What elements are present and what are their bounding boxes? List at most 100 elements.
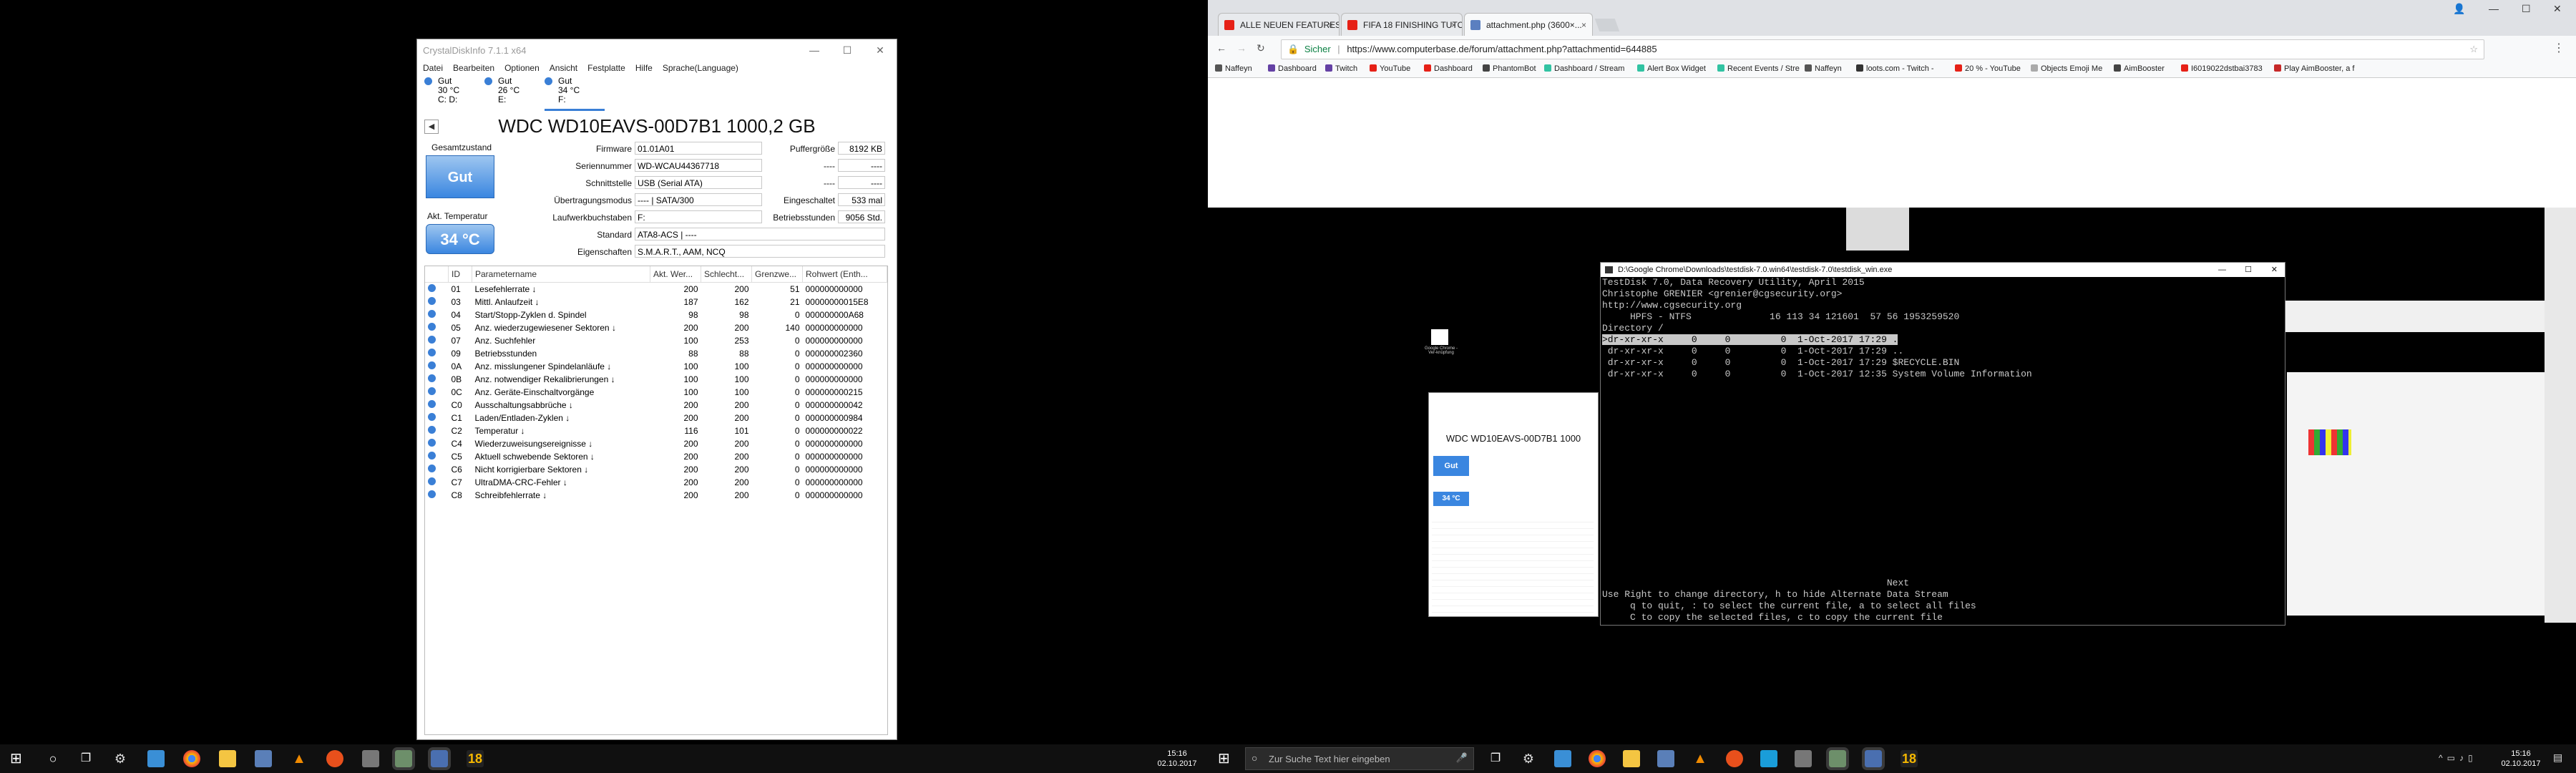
app-icon[interactable] [428, 747, 451, 770]
disk-tab-2[interactable]: Gut 26 °C E: [484, 75, 545, 111]
header-id[interactable]: ID [448, 266, 472, 283]
minimize-icon[interactable]: — [2218, 263, 2226, 277]
header-raw[interactable]: Rohwert (Enth... [802, 266, 887, 283]
smart-row[interactable]: C1 Laden/Entladen-Zyklen ↓ 200 200 0 00000000… [425, 412, 887, 424]
new-tab-button[interactable] [1594, 19, 1620, 31]
directory-entry[interactable]: dr-xr-xr-x 0 0 0 1-Oct-2017 17:29 $RECYC… [1602, 357, 1959, 368]
menu-festplatte[interactable]: Festplatte [587, 63, 625, 73]
close-icon[interactable]: ✕ [864, 44, 897, 57]
task-view-icon[interactable]: ❐ [77, 750, 94, 767]
bookmark-item[interactable]: YouTube [1370, 64, 1410, 73]
disk-tab-3[interactable]: Gut 34 °C F: [545, 75, 605, 111]
reload-icon[interactable]: ↻ [1257, 42, 1265, 54]
temperature-value[interactable]: 34 °C [426, 224, 494, 254]
smart-table[interactable]: ID Parametername Akt. Wer... Schlecht...… [424, 266, 888, 735]
microphone-icon[interactable]: 🎤 [1456, 752, 1468, 764]
chrome-icon[interactable] [183, 750, 200, 767]
fifa-icon[interactable]: 18 [467, 750, 484, 767]
right-clock[interactable]: 15:16 02.10.2017 [2496, 749, 2546, 769]
system-tray-icons[interactable]: ^▭♪▯ [2439, 753, 2477, 763]
app-icon[interactable] [255, 750, 272, 767]
console-titlebar[interactable]: D:\Google Chrome\Downloads\testdisk-7.0.… [1601, 263, 2285, 277]
file-explorer-icon[interactable] [219, 750, 236, 767]
maximize-icon[interactable]: ☐ [2245, 263, 2252, 277]
health-status-button[interactable]: Gut [426, 155, 494, 198]
smart-row[interactable]: 07 Anz. Suchfehler 100 253 0 000000000000 [425, 334, 887, 347]
smart-row[interactable]: 0B Anz. notwendiger Rekalibrierungen ↓ 100… [425, 373, 887, 386]
smart-row[interactable]: C6 Nicht korrigierbare Sektoren ↓ 200 200 0 0… [425, 463, 887, 476]
app-icon[interactable] [326, 750, 343, 767]
app-icon[interactable] [362, 750, 379, 767]
smart-row[interactable]: 03 Mittl. Anlaufzeit ↓ 187 162 21 00000000015… [425, 296, 887, 308]
directory-listing[interactable]: >dr-xr-xr-x 0 0 0 1-Oct-2017 17:29 . dr-… [1601, 334, 2285, 380]
smart-row[interactable]: C7 UltraDMA-CRC-Fehler ↓ 200 200 0 0000000000… [425, 476, 887, 489]
smart-row[interactable]: 04 Start/Stopp-Zyklen d. Spindel 98 98 0 0000… [425, 308, 887, 321]
search-icon[interactable]: ○ [44, 750, 62, 767]
bookmark-item[interactable]: Recent Events / Stre [1717, 64, 1800, 73]
menu-datei[interactable]: Datei [423, 63, 443, 73]
app-icon[interactable] [1726, 750, 1743, 767]
bookmark-item[interactable]: loots.com - Twitch - [1856, 64, 1934, 73]
bookmark-item[interactable]: Naffeyn [1215, 64, 1252, 73]
app-icon[interactable] [1554, 750, 1571, 767]
notification-icon[interactable]: ▤ [2553, 752, 2562, 764]
left-clock[interactable]: 15:16 02.10.2017 [1152, 749, 1202, 769]
close-icon[interactable]: ✕ [2553, 3, 2562, 15]
bookmark-item[interactable]: AimBooster [2114, 64, 2165, 73]
header-worst[interactable]: Schlecht... [701, 266, 752, 283]
bookmark-item[interactable]: 20 % - YouTube [1955, 64, 2021, 73]
bookmark-item[interactable]: I6019022dstbai3783 [2181, 64, 2263, 73]
bookmark-item[interactable]: Dashboard [1424, 64, 1473, 73]
menu-bearbeiten[interactable]: Bearbeiten [453, 63, 494, 73]
smart-row[interactable]: C4 Wiederzuweisungsereignisse ↓ 200 200 0 000… [425, 437, 887, 450]
vlc-icon[interactable]: ▲ [291, 750, 308, 767]
directory-entry[interactable]: dr-xr-xr-x 0 0 0 1-Oct-2017 12:35 System… [1602, 369, 2032, 379]
header-parameter[interactable]: Parametername [472, 266, 650, 283]
minimize-icon[interactable]: — [2489, 3, 2499, 14]
close-tab-icon[interactable]: × [1328, 14, 1333, 36]
settings-icon[interactable]: ⚙ [1520, 750, 1537, 767]
address-bar[interactable]: 🔒 Sicher | https://www.computerbase.de/f… [1281, 39, 2484, 59]
smart-row[interactable]: 09 Betriebsstunden 88 88 0 000000002360 [425, 347, 887, 360]
bookmark-item[interactable]: Dashboard [1268, 64, 1317, 73]
tab-youtube-2[interactable]: FIFA 18 FINISHING TUTO... × [1341, 13, 1463, 36]
tab-attachment[interactable]: attachment.php (3600×... × [1464, 13, 1593, 36]
bookmark-item[interactable]: Dashboard / Stream [1544, 64, 1624, 73]
smart-row[interactable]: 0C Anz. Geräte-Einschaltvorgänge 100 100 0 00… [425, 386, 887, 399]
crystaldiskinfo-taskbar-icon[interactable] [1826, 747, 1849, 770]
forward-icon[interactable]: → [1236, 42, 1246, 54]
minimize-icon[interactable]: — [798, 44, 831, 56]
menu-ansicht[interactable]: Ansicht [550, 63, 577, 73]
maximize-icon[interactable]: ☐ [831, 44, 864, 57]
app-icon[interactable] [1862, 747, 1885, 770]
menu-icon[interactable]: ⋮ [2553, 41, 2565, 55]
bookmark-item[interactable]: Objects Emoji Me [2031, 64, 2102, 73]
close-icon[interactable]: ✕ [2271, 263, 2278, 277]
fifa-icon[interactable]: 18 [1901, 750, 1918, 767]
profile-icon[interactable]: 👤 [2453, 3, 2465, 15]
smart-row[interactable]: C5 Aktuell schwebende Sektoren ↓ 200 200 0 00… [425, 450, 887, 463]
bookmark-item[interactable]: Play AimBooster, a f [2274, 64, 2354, 73]
disk-tab-1[interactable]: Gut 30 °C C: D: [424, 75, 484, 111]
bookmark-item[interactable]: PhantomBot [1483, 64, 1536, 73]
crystaldiskinfo-taskbar-icon[interactable] [392, 747, 415, 770]
chrome-icon[interactable] [1589, 750, 1606, 767]
back-icon[interactable]: ← [1216, 42, 1226, 54]
smart-row[interactable]: 0A Anz. misslungener Spindelanläufe ↓ 100 1… [425, 360, 887, 373]
header-threshold[interactable]: Grenzwe... [751, 266, 803, 283]
bookmark-item[interactable]: Twitch [1325, 64, 1357, 73]
app-icon[interactable] [1795, 750, 1812, 767]
selected-entry[interactable]: >dr-xr-xr-x 0 0 0 1-Oct-2017 17:29 . [1602, 334, 1898, 345]
maximize-icon[interactable]: ☐ [2522, 3, 2531, 15]
menu-sprache[interactable]: Sprache(Language) [663, 63, 738, 73]
header-current[interactable]: Akt. Wer... [650, 266, 701, 283]
star-icon[interactable]: ☆ [2469, 40, 2478, 59]
bookmark-item[interactable]: Naffeyn [1805, 64, 1842, 73]
close-tab-icon[interactable]: × [1451, 14, 1456, 36]
directory-entry[interactable]: dr-xr-xr-x 0 0 0 1-Oct-2017 17:29 .. [1602, 346, 1903, 356]
tab-youtube-1[interactable]: ALLE NEUEN FEATURES | ... × [1218, 13, 1340, 36]
task-view-icon[interactable]: ❐ [1487, 750, 1504, 767]
menu-optionen[interactable]: Optionen [504, 63, 540, 73]
settings-icon[interactable]: ⚙ [112, 750, 129, 767]
smart-row[interactable]: C2 Temperatur ↓ 116 101 0 000000000022 [425, 424, 887, 437]
